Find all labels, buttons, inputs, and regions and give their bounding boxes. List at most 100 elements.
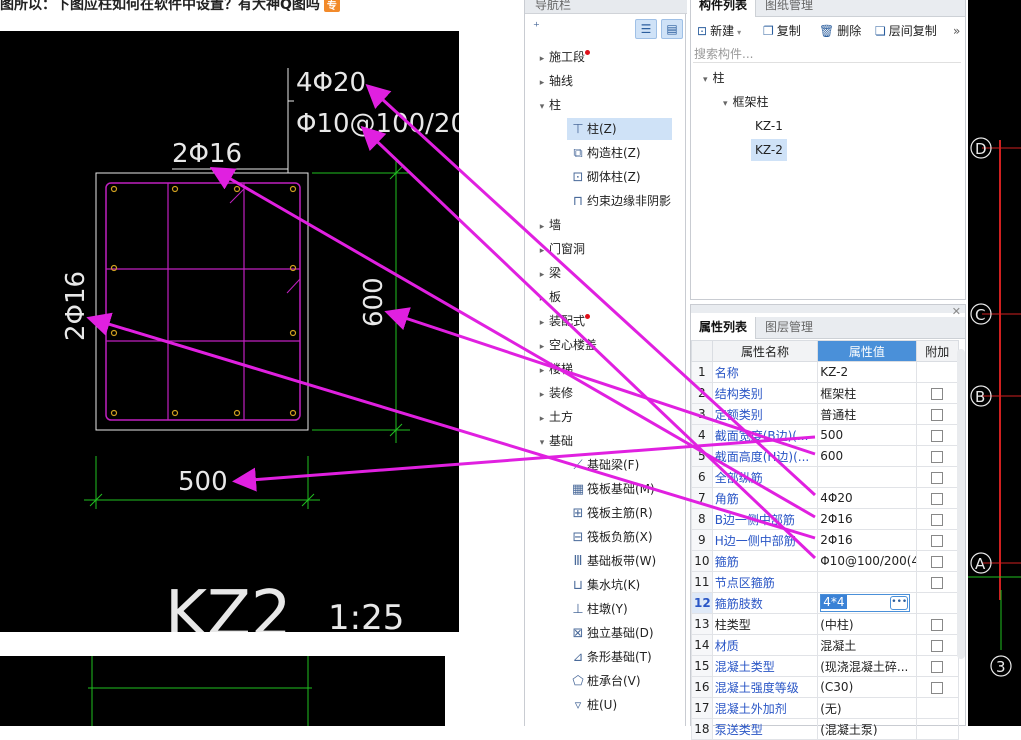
nav-sub-raft-negative-rebar[interactable]: ⊟ 筏板负筋(X) bbox=[567, 526, 653, 548]
extra-checkbox[interactable] bbox=[931, 387, 944, 400]
nav-sub-pile[interactable]: ▿ 桩(U) bbox=[567, 694, 617, 716]
property-row[interactable]: 1 名称 KZ-2 bbox=[691, 361, 960, 383]
nav-item-construction-section[interactable]: ▸ 施工段 bbox=[525, 46, 685, 68]
tree-root-column[interactable]: ▾ 柱 bbox=[703, 67, 725, 89]
property-value[interactable]: 普通柱 bbox=[817, 403, 917, 425]
property-value[interactable]: 混凝土 bbox=[817, 634, 917, 656]
property-row[interactable]: 3 定额类别 普通柱 bbox=[691, 403, 960, 425]
property-row[interactable]: 4 截面宽度(B边)(... 500 bbox=[691, 424, 960, 446]
tab-property-list[interactable]: 属性列表 bbox=[691, 317, 757, 339]
property-value[interactable]: 4*4 ••• bbox=[817, 592, 917, 614]
property-row[interactable]: 15 混凝土类型 (现浇混凝土碎... bbox=[691, 655, 960, 677]
property-row[interactable]: 8 B边一侧中部筋 2Φ16 bbox=[691, 508, 960, 530]
property-value[interactable]: 4Φ20 bbox=[817, 487, 917, 509]
nav-sub-column-pier[interactable]: ⊥ 柱墩(Y) bbox=[567, 598, 627, 620]
property-value[interactable]: KZ-2 bbox=[817, 361, 917, 383]
property-value[interactable]: (无) bbox=[817, 697, 917, 719]
property-value[interactable]: (混凝土泵) bbox=[817, 718, 917, 740]
property-value[interactable]: 2Φ16 bbox=[817, 508, 917, 530]
nav-sub-edge-member[interactable]: ⊓ 约束边缘非阴影 bbox=[567, 190, 685, 212]
property-value[interactable]: (C30) bbox=[817, 676, 917, 698]
tab-layer-management[interactable]: 图层管理 bbox=[757, 317, 821, 339]
nav-sub-column[interactable]: ⊤ 柱(Z) bbox=[567, 118, 672, 140]
extra-checkbox[interactable] bbox=[931, 534, 944, 547]
property-row[interactable]: 18 泵送类型 (混凝土泵) bbox=[691, 718, 960, 740]
property-value[interactable]: Φ10@100/200(4 bbox=[817, 550, 917, 572]
nav-item-earthwork[interactable]: ▸ 土方 bbox=[525, 406, 685, 428]
extra-checkbox[interactable] bbox=[931, 492, 944, 505]
extra-checkbox[interactable] bbox=[931, 450, 944, 463]
property-row[interactable]: 16 混凝土强度等级 (C30) bbox=[691, 676, 960, 698]
pin-icon[interactable]: ⁺ bbox=[533, 20, 540, 35]
detail-view-icon[interactable]: ▤ bbox=[661, 19, 683, 39]
property-value[interactable] bbox=[817, 571, 917, 593]
floor-copy-button[interactable]: ❏ 层间复制 bbox=[875, 21, 937, 41]
extra-checkbox[interactable] bbox=[931, 618, 944, 631]
list-view-icon[interactable]: ☰ bbox=[635, 19, 657, 39]
property-value[interactable]: 框架柱 bbox=[817, 382, 917, 404]
nav-sub-masonry-column[interactable]: ⊡ 砌体柱(Z) bbox=[567, 166, 641, 188]
extra-checkbox[interactable] bbox=[931, 471, 944, 484]
tab-component-list[interactable]: 构件列表 bbox=[691, 0, 757, 17]
property-row[interactable]: 11 节点区箍筋 bbox=[691, 571, 960, 593]
delete-button[interactable]: 🗑 删除 bbox=[819, 21, 861, 41]
property-value[interactable]: 500 bbox=[817, 424, 917, 446]
nav-sub-sump-pit[interactable]: ⊔ 集水坑(K) bbox=[567, 574, 640, 596]
nav-sub-raft-main-rebar[interactable]: ⊞ 筏板主筋(R) bbox=[567, 502, 653, 524]
nav-item-foundation[interactable]: ▾ 基础 bbox=[525, 430, 685, 452]
nav-sub-constructional-column[interactable]: ⧉ 构造柱(Z) bbox=[567, 142, 640, 164]
extra-checkbox[interactable] bbox=[931, 555, 944, 568]
nav-item-slab[interactable]: ▸ 板 bbox=[525, 286, 685, 308]
copy-button[interactable]: ❐ 复制 bbox=[763, 21, 801, 41]
property-row[interactable]: 10 箍筋 Φ10@100/200(4 bbox=[691, 550, 960, 572]
extra-cell bbox=[915, 361, 960, 383]
nav-sub-foundation-beam[interactable]: ⟋ 基础梁(F) bbox=[567, 454, 639, 476]
property-row[interactable]: 13 柱类型 (中柱) bbox=[691, 613, 960, 635]
nav-sub-isolated-footing[interactable]: ⊠ 独立基础(D) bbox=[567, 622, 654, 644]
property-value[interactable]: (中柱) bbox=[817, 613, 917, 635]
component-search-input[interactable] bbox=[693, 45, 961, 63]
property-row[interactable]: 12 箍筋肢数 4*4 ••• bbox=[691, 592, 960, 614]
nav-item-column[interactable]: ▾ 柱 bbox=[525, 94, 685, 116]
nav-item-door-window[interactable]: ▸ 门窗洞 bbox=[525, 238, 685, 260]
nav-item-stairs[interactable]: ▸ 楼梯 bbox=[525, 358, 685, 380]
tab-drawing-management[interactable]: 图纸管理 bbox=[757, 0, 821, 17]
nav-sub-foundation-strip[interactable]: Ⅲ 基础板带(W) bbox=[567, 550, 657, 572]
column-label-text: KZ2 bbox=[165, 578, 292, 632]
property-row[interactable]: 6 全部纵筋 bbox=[691, 466, 960, 488]
nav-sub-pile-cap[interactable]: ⬠ 桩承台(V) bbox=[567, 670, 640, 692]
property-row[interactable]: 17 混凝土外加剂 (无) bbox=[691, 697, 960, 719]
extra-checkbox[interactable] bbox=[931, 681, 944, 694]
nav-item-axis[interactable]: ▸ 轴线 bbox=[525, 70, 685, 92]
property-row[interactable]: 7 角筋 4Φ20 bbox=[691, 487, 960, 509]
extra-checkbox[interactable] bbox=[931, 408, 944, 421]
tree-group-frame-column[interactable]: ▾ 框架柱 bbox=[723, 91, 769, 113]
nav-sub-raft-foundation[interactable]: ▦ 筏板基础(M) bbox=[567, 478, 655, 500]
extra-checkbox[interactable] bbox=[931, 429, 944, 442]
nav-item-hollow-floor[interactable]: ▸ 空心楼盖 bbox=[525, 334, 685, 356]
tree-item-kz2[interactable]: KZ-2 bbox=[751, 139, 787, 161]
nav-item-wall[interactable]: ▸ 墙 bbox=[525, 214, 685, 236]
property-value[interactable]: (现浇混凝土碎... bbox=[817, 655, 917, 677]
extra-checkbox[interactable] bbox=[931, 513, 944, 526]
extra-checkbox[interactable] bbox=[931, 660, 944, 673]
nav-item-beam[interactable]: ▸ 梁 bbox=[525, 262, 685, 284]
tree-item-kz1[interactable]: KZ-1 bbox=[755, 115, 783, 137]
property-value[interactable] bbox=[817, 466, 917, 488]
property-scrollbar[interactable] bbox=[957, 349, 965, 659]
more-button[interactable]: » bbox=[953, 21, 960, 41]
property-row[interactable]: 9 H边一侧中部筋 2Φ16 bbox=[691, 529, 960, 551]
property-row[interactable]: 2 结构类别 框架柱 bbox=[691, 382, 960, 404]
new-button[interactable]: ⊡ 新建 ▾ bbox=[697, 21, 741, 41]
extra-checkbox[interactable] bbox=[931, 576, 944, 589]
property-value[interactable]: 2Φ16 bbox=[817, 529, 917, 551]
property-value-editor[interactable]: 4*4 ••• bbox=[820, 594, 911, 612]
nav-sub-strip-footing[interactable]: ⊿ 条形基础(T) bbox=[567, 646, 652, 668]
extra-checkbox[interactable] bbox=[931, 639, 944, 652]
nav-item-prefab[interactable]: ▸ 装配式 bbox=[525, 310, 685, 332]
property-row[interactable]: 14 材质 混凝土 bbox=[691, 634, 960, 656]
nav-item-decoration[interactable]: ▸ 装修 bbox=[525, 382, 685, 404]
property-row[interactable]: 5 截面高度(H边)(... 600 bbox=[691, 445, 960, 467]
ellipsis-icon[interactable]: ••• bbox=[890, 596, 909, 610]
property-value[interactable]: 600 bbox=[817, 445, 917, 467]
